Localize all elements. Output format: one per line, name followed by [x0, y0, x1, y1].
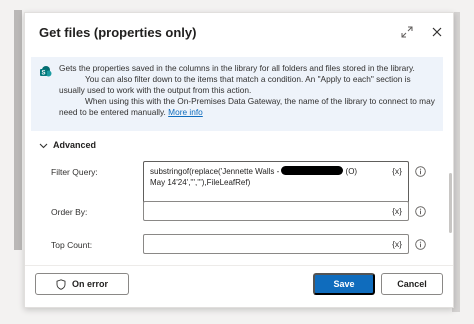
scrollbar[interactable] [449, 173, 452, 233]
help-icon[interactable] [415, 206, 426, 217]
dynamic-content-button[interactable]: {x} [392, 166, 402, 176]
dialog-title: Get files (properties only) [39, 25, 197, 40]
filter-query-value-part1: substringof(replace('Jennette Walls - [150, 167, 280, 176]
on-error-button[interactable]: On error [35, 273, 129, 295]
description-text: Gets the properties saved in the columns… [59, 63, 437, 118]
get-files-dialog: Get files (properties only) S Gets the p… [24, 12, 454, 308]
footer-divider [25, 265, 453, 266]
filter-query-input[interactable]: substringof(replace('Jennette Walls - (O… [143, 161, 409, 203]
more-info-link[interactable]: More info [168, 107, 203, 117]
dynamic-content-button[interactable]: {x} [392, 239, 402, 249]
description-line-1: Gets the properties saved in the columns… [59, 63, 415, 73]
help-icon[interactable] [415, 166, 426, 177]
dynamic-content-button[interactable]: {x} [392, 206, 402, 216]
close-icon[interactable] [431, 26, 443, 38]
advanced-label: Advanced [53, 140, 97, 150]
filter-query-label: Filter Query: [51, 167, 98, 177]
top-count-label: Top Count: [51, 240, 93, 250]
description-line-2: You can also filter down to the items th… [59, 74, 411, 95]
save-button[interactable]: Save [313, 273, 375, 295]
top-count-input[interactable]: {x} [143, 234, 409, 254]
description-line-3: When using this with the On-Premises Dat… [59, 96, 435, 117]
expand-icon[interactable] [401, 26, 413, 38]
dialog-header: Get files (properties only) [25, 13, 453, 51]
redacted-text [281, 166, 344, 175]
action-description: S Gets the properties saved in the colum… [31, 57, 443, 131]
help-icon[interactable] [415, 239, 426, 250]
on-error-label: On error [71, 279, 108, 289]
background-panel-edge [14, 10, 22, 250]
chevron-down-icon [39, 143, 48, 149]
filter-query-value-part2: (O) [345, 167, 358, 176]
sharepoint-icon: S [40, 66, 52, 77]
order-by-input[interactable]: {x} [143, 201, 409, 221]
order-by-label: Order By: [51, 207, 88, 217]
cancel-button[interactable]: Cancel [381, 273, 443, 295]
filter-query-value-line2: May 14'24',''','''),FileLeafRef) [150, 178, 251, 187]
filter-query-value: substringof(replace('Jennette Walls - (O… [150, 166, 386, 188]
shield-icon [56, 278, 66, 290]
svg-text:S: S [41, 71, 45, 77]
